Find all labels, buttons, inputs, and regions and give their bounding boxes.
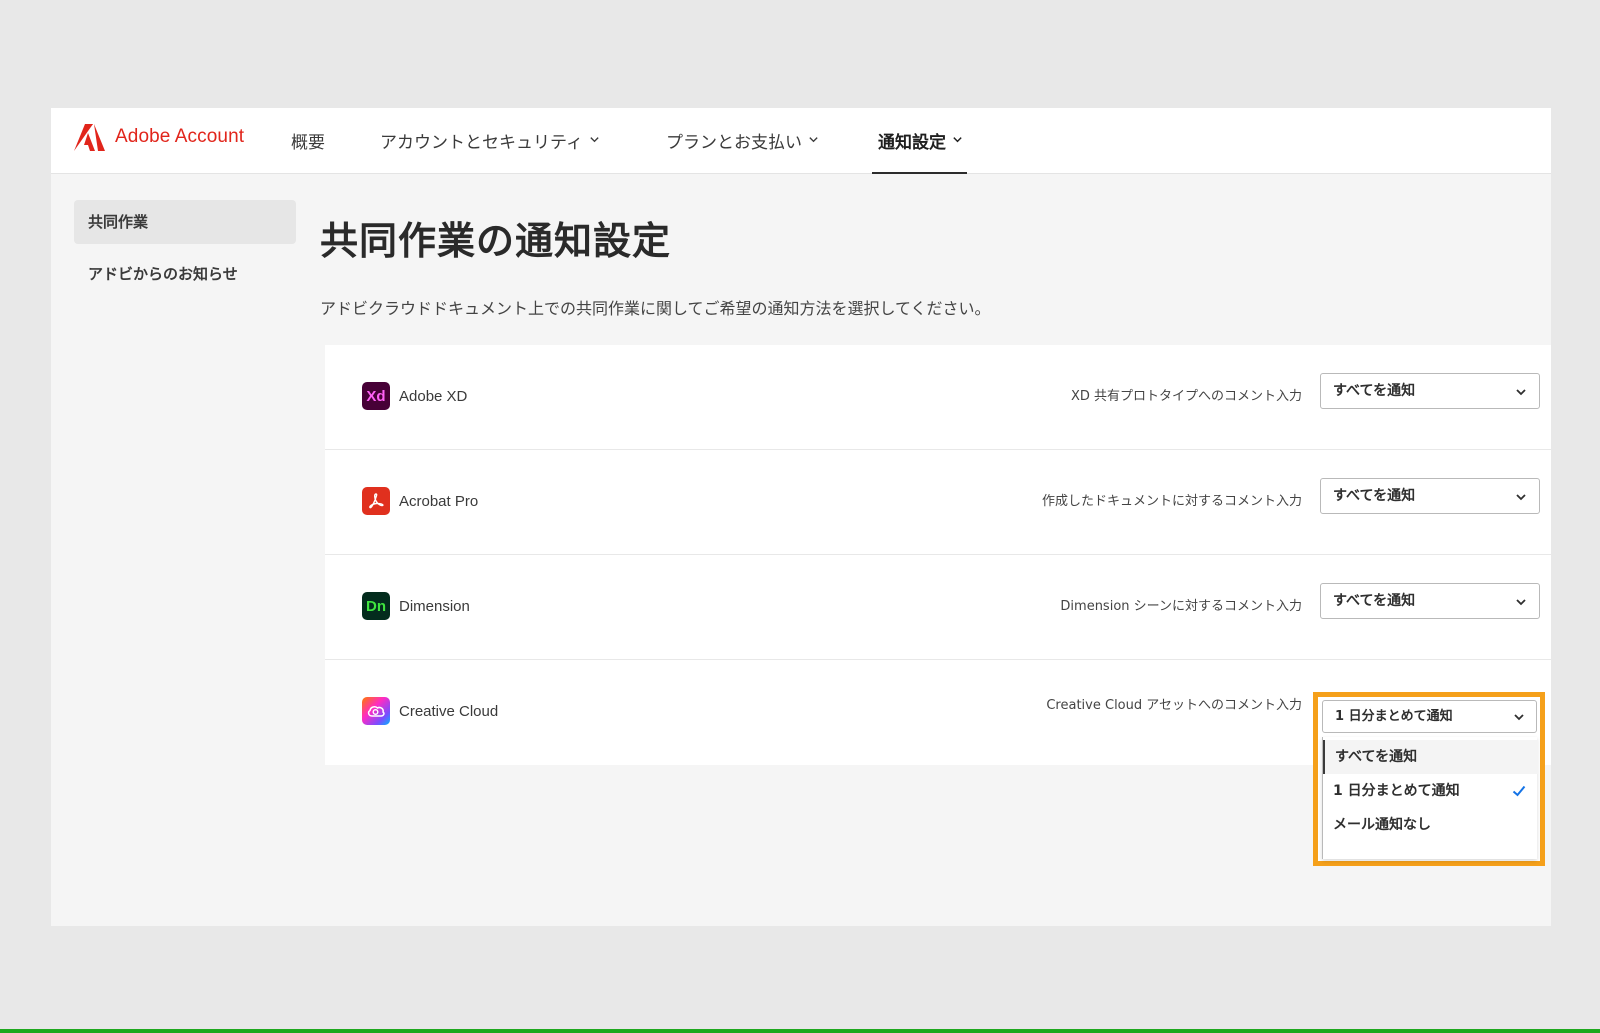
adobe-xd-icon: Xd	[362, 382, 390, 410]
chevron-down-icon	[1516, 494, 1526, 501]
app-info: Acrobat Pro	[362, 487, 478, 515]
app-name: Creative Cloud	[399, 702, 499, 720]
chevron-down-icon	[1516, 599, 1526, 606]
select-value: すべてを通知	[1333, 593, 1416, 609]
chevron-down-icon	[1514, 714, 1524, 721]
acrobat-pro-icon	[362, 487, 390, 515]
option-label: メール通知なし	[1333, 817, 1431, 833]
nav-label: アカウントとセキュリティ	[380, 133, 583, 153]
app-name: Acrobat Pro	[399, 492, 479, 510]
app-window: Adobe Account 概要 アカウントとセキュリティ プランとお支払い 通…	[51, 108, 1551, 926]
dropdown-option-daily[interactable]: 1 日分まとめて通知	[1323, 774, 1538, 808]
app-name: Dimension	[399, 597, 470, 615]
setting-label: Dimension シーンに対するコメント入力	[1060, 599, 1302, 614]
dropdown-option-none[interactable]: メール通知なし	[1323, 808, 1538, 842]
dropdown-option-all[interactable]: すべてを通知	[1323, 740, 1538, 774]
brand-name: Adobe Account	[115, 126, 245, 147]
brand[interactable]: Adobe Account	[74, 122, 244, 152]
select-value: 1 日分まとめて通知	[1335, 709, 1453, 724]
chevron-down-icon	[1516, 389, 1526, 396]
nav-plans-billing[interactable]: プランとお支払い	[666, 128, 819, 174]
dropdown-menu: すべてを通知 1 日分まとめて通知 メール通知なし	[1322, 737, 1538, 859]
nav-label: 概要	[291, 133, 325, 153]
chevron-down-icon	[809, 137, 818, 143]
creative-cloud-icon	[362, 697, 390, 725]
acrobat-glyph	[369, 493, 384, 509]
sidebar-item-collaboration[interactable]: 共同作業	[74, 200, 296, 244]
option-label: すべてを通知	[1335, 749, 1418, 765]
sidebar-item-label: 共同作業	[88, 213, 149, 231]
setting-label: XD 共有プロトタイプへのコメント入力	[1070, 389, 1302, 404]
nav-label: プランとお支払い	[666, 133, 802, 153]
setting-label: 作成したドキュメントに対するコメント入力	[1041, 494, 1302, 509]
notification-select-creative-cloud[interactable]: 1 日分まとめて通知	[1322, 700, 1537, 733]
bottom-border	[0, 1029, 1600, 1033]
select-value: すべてを通知	[1333, 488, 1416, 504]
top-navigation: Adobe Account 概要 アカウントとセキュリティ プランとお支払い 通…	[51, 108, 1551, 174]
nav-overview[interactable]: 概要	[291, 128, 325, 174]
dimension-icon: Dn	[362, 592, 390, 620]
checkmark-icon	[1512, 785, 1526, 797]
app-info: Xd Adobe XD	[362, 382, 467, 410]
page-description: アドビクラウドドキュメント上での共同作業に関してご希望の通知方法を選択してくださ…	[320, 299, 991, 318]
adobe-logo-icon	[74, 123, 105, 151]
setting-row-adobe-xd: Xd Adobe XD XD 共有プロトタイプへのコメント入力 すべてを通知	[325, 345, 1551, 450]
sidebar-item-label: アドビからのお知らせ	[88, 265, 238, 283]
chevron-down-icon	[953, 137, 962, 143]
nav-notifications[interactable]: 通知設定	[872, 128, 967, 174]
select-value: すべてを通知	[1333, 383, 1416, 399]
notification-select-dimension[interactable]: すべてを通知	[1320, 583, 1540, 619]
chevron-down-icon	[590, 137, 599, 143]
notification-select-acrobat-pro[interactable]: すべてを通知	[1320, 478, 1540, 514]
option-label: 1 日分まとめて通知	[1333, 783, 1460, 799]
nav-label: 通知設定	[878, 133, 946, 153]
setting-row-dimension: Dn Dimension Dimension シーンに対するコメント入力 すべて…	[325, 555, 1551, 660]
icon-text: Dn	[366, 597, 386, 615]
creative-cloud-glyph	[367, 706, 385, 717]
icon-text: Xd	[366, 387, 386, 405]
page-title: 共同作業の通知設定	[320, 219, 672, 263]
nav-account-security[interactable]: アカウントとセキュリティ	[380, 128, 600, 174]
setting-row-acrobat-pro: Acrobat Pro 作成したドキュメントに対するコメント入力 すべてを通知	[325, 450, 1551, 555]
app-name: Adobe XD	[399, 387, 468, 405]
notification-select-adobe-xd[interactable]: すべてを通知	[1320, 373, 1540, 409]
dropdown-highlight: 1 日分まとめて通知 すべてを通知 1 日分まとめて通知 メール通知なし	[1313, 692, 1545, 866]
app-info: Dn Dimension	[362, 592, 470, 620]
sidebar-item-adobe-news[interactable]: アドビからのお知らせ	[74, 252, 296, 296]
setting-label: Creative Cloud アセットへのコメント入力	[1046, 698, 1302, 713]
app-info: Creative Cloud	[362, 697, 498, 725]
